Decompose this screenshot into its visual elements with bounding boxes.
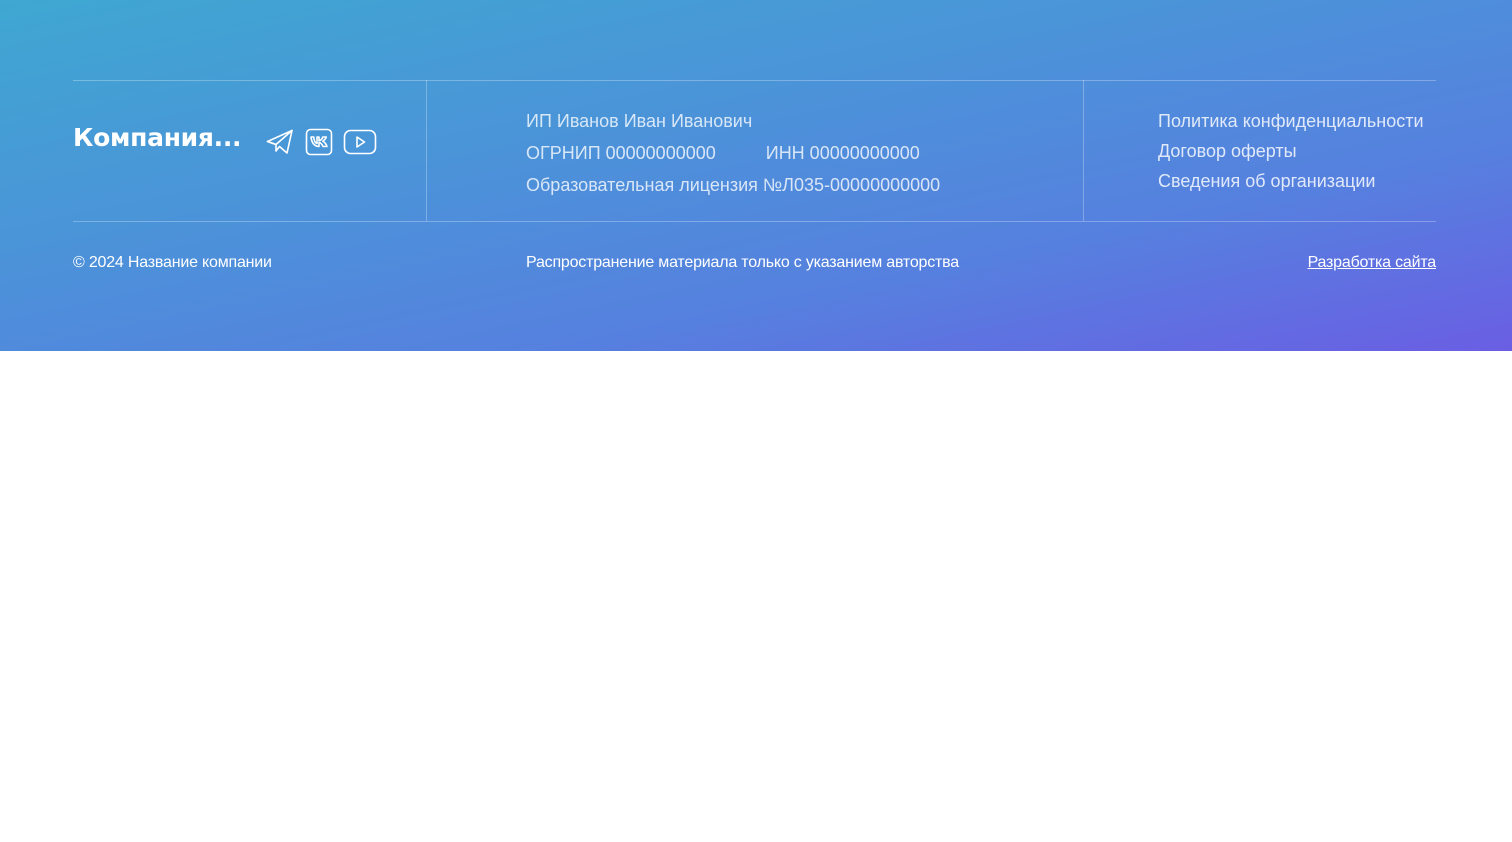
offer-agreement-link[interactable]: Договор оферты — [1158, 136, 1424, 166]
organization-info-link[interactable]: Сведения об организации — [1158, 166, 1424, 196]
ogrnip-number: ОГРНИП 00000000000 — [526, 143, 716, 163]
copyright-text: © 2024 Название компании — [73, 254, 272, 271]
privacy-policy-link[interactable]: Политика конфиденциальности — [1158, 106, 1424, 136]
legal-info: ИП Иванов Иван Иванович ОГРНИП 000000000… — [526, 105, 940, 201]
footer-column-divider-right — [1083, 80, 1084, 221]
youtube-link[interactable] — [343, 128, 377, 156]
footer-bottom-divider — [73, 221, 1436, 222]
footer-top-divider — [73, 80, 1436, 81]
youtube-icon — [343, 128, 377, 156]
vk-icon — [305, 128, 333, 156]
owner-name: ИП Иванов Иван Иванович — [526, 111, 753, 131]
inn-number: ИНН 00000000000 — [765, 143, 920, 163]
site-development-link[interactable]: Разработка сайта — [1308, 254, 1437, 272]
telegram-icon — [265, 127, 295, 157]
site-footer: Компания... ИП Иванов Иван Иванович ОГРН… — [0, 0, 1512, 351]
telegram-link[interactable] — [265, 127, 295, 157]
registration-numbers: ОГРНИП 00000000000 ИНН 00000000000 — [526, 137, 940, 169]
vk-link[interactable] — [305, 128, 333, 156]
footer-column-divider-left — [426, 80, 427, 221]
education-license: Образовательная лицензия №Л035-000000000… — [526, 175, 941, 195]
copyright-notice: Распространение материала только с указа… — [526, 254, 959, 271]
social-links — [265, 127, 377, 157]
footer-document-links: Политика конфиденциальности Договор офер… — [1158, 106, 1424, 196]
company-logo-text[interactable]: Компания... — [73, 123, 242, 152]
